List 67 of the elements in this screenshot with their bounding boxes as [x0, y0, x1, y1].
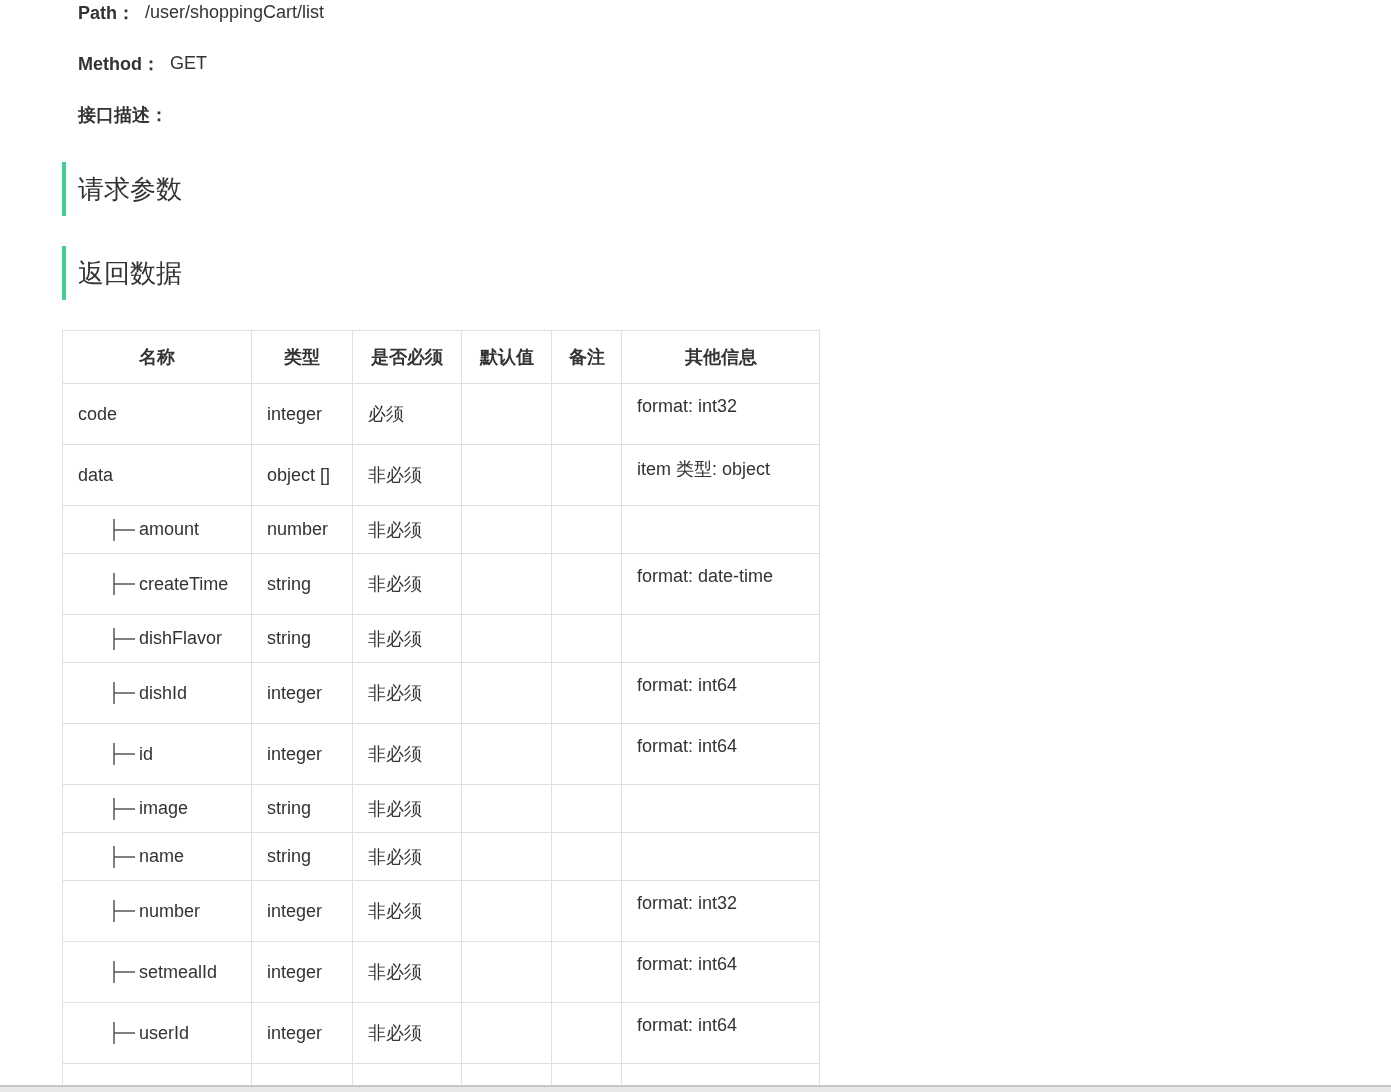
- table-cell: image: [139, 798, 189, 819]
- table-cell: format: int32: [637, 396, 738, 416]
- table-cell: name: [139, 846, 185, 867]
- table-cell: integer: [267, 961, 323, 982]
- tree-branch-icon: [113, 626, 135, 651]
- table-cell: data: [78, 464, 114, 486]
- table-cell: object []: [267, 464, 331, 485]
- table-cell: integer: [267, 403, 323, 424]
- table-cell: amount: [139, 519, 200, 540]
- field-label: 接口描述：: [78, 103, 168, 127]
- column-header: 其他信息: [621, 330, 820, 384]
- table-cell: format: int64: [637, 954, 738, 974]
- table-cell: 非必须: [368, 465, 422, 485]
- field-value: /user/shoppingCart/list: [145, 2, 325, 23]
- tree-branch-icon: [113, 796, 135, 821]
- column-header: 是否必须: [352, 330, 462, 384]
- column-header: 备注: [551, 330, 622, 384]
- table-cell: integer: [267, 900, 323, 921]
- table-cell: string: [267, 798, 311, 818]
- table-cell: 非必须: [368, 744, 422, 764]
- table-cell: format: date-time: [637, 566, 774, 586]
- table-cell: 非必须: [368, 798, 422, 819]
- tree-branch-icon: [113, 1021, 135, 1045]
- table-cell: format: int32: [637, 893, 738, 913]
- table-cell: 非必须: [368, 1023, 422, 1043]
- table-cell: 非必须: [368, 574, 422, 594]
- table-cell: 必须: [368, 404, 404, 424]
- tree-branch-icon: [113, 572, 135, 596]
- table-cell: item 类型: object: [637, 459, 771, 479]
- table-cell: 非必须: [368, 628, 422, 649]
- tree-branch-icon: [113, 681, 135, 705]
- table-cell: number: [267, 519, 329, 539]
- table-cell: id: [139, 743, 153, 765]
- table-cell: dishFlavor: [139, 628, 223, 649]
- section-heading: 请求参数: [62, 162, 1391, 216]
- table-cell: number: [139, 900, 201, 922]
- table-cell: userId: [139, 1022, 190, 1044]
- column-header: 类型: [251, 330, 353, 384]
- table-cell: format: int64: [637, 675, 738, 695]
- table-cell: dishId: [139, 682, 188, 704]
- table-cell: 非必须: [368, 962, 422, 982]
- table-cell: code: [78, 403, 118, 425]
- table-cell: 非必须: [368, 519, 422, 540]
- field-value: GET: [170, 53, 207, 74]
- table-cell: integer: [267, 743, 323, 764]
- table-cell: createTime: [139, 573, 229, 595]
- table-cell: integer: [267, 1022, 323, 1043]
- table-cell: 非必须: [368, 846, 422, 867]
- table-cell: string: [267, 846, 311, 866]
- field-label: Path：: [78, 1, 135, 25]
- field-label: Method：: [78, 52, 160, 76]
- column-header: 名称: [62, 330, 252, 384]
- table-cell: format: int64: [637, 1015, 738, 1035]
- table-cell: 非必须: [368, 901, 422, 921]
- table-cell: format: int64: [637, 736, 738, 756]
- tree-branch-icon: [113, 742, 135, 766]
- tree-branch-icon: [113, 960, 135, 984]
- tree-branch-icon: [113, 844, 135, 869]
- table-cell: setmealId: [139, 961, 218, 983]
- table-cell: integer: [267, 682, 323, 703]
- table-cell: string: [267, 628, 311, 648]
- tree-branch-icon: [113, 517, 135, 542]
- section-heading: 返回数据: [62, 246, 1391, 300]
- table-cell: string: [267, 573, 311, 594]
- table-cell: 非必须: [368, 683, 422, 703]
- tree-branch-icon: [113, 899, 135, 923]
- column-header: 默认值: [461, 330, 552, 384]
